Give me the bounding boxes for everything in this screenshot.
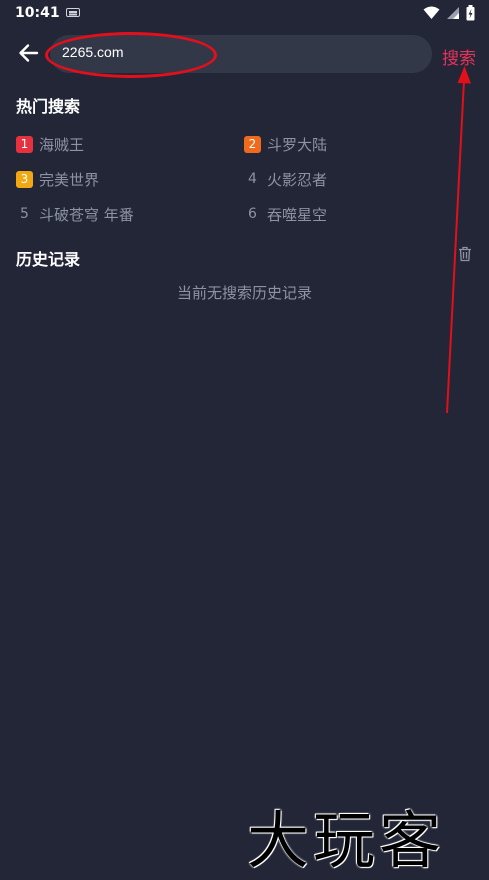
history-empty-text: 当前无搜索历史记录 xyxy=(176,284,312,302)
signal-icon xyxy=(447,7,459,19)
hot-search-title: 热门搜索 xyxy=(16,97,81,116)
status-time: 10:41 xyxy=(15,5,60,21)
back-arrow-icon[interactable] xyxy=(16,40,42,66)
hot-search-label: 斗罗大陆 xyxy=(267,136,328,154)
keyboard-icon xyxy=(66,8,80,17)
trash-icon[interactable] xyxy=(458,246,472,262)
hot-search-item-4[interactable]: 4 火影忍者 xyxy=(244,169,327,190)
history-title: 历史记录 xyxy=(16,250,81,269)
rank-badge: 3 xyxy=(16,171,33,188)
hot-search-item-3[interactable]: 3 完美世界 xyxy=(16,169,99,190)
hot-search-label: 吞噬星空 xyxy=(267,206,328,224)
rank-badge: 2 xyxy=(244,136,261,153)
hot-search-label: 火影忍者 xyxy=(267,171,328,189)
hot-search-item-1[interactable]: 1 海贼王 xyxy=(16,134,84,155)
wifi-icon xyxy=(423,6,440,19)
rank-number: 4 xyxy=(248,171,257,187)
system-icons xyxy=(423,5,475,21)
watermark: 大玩客 xyxy=(247,804,446,877)
search-button[interactable]: 搜索 xyxy=(442,44,476,69)
rank-number: 6 xyxy=(248,206,257,222)
rank-number: 5 xyxy=(20,206,29,222)
hot-search-item-2[interactable]: 2 斗罗大陆 xyxy=(244,134,327,155)
status-bar: 10:41 xyxy=(0,0,489,28)
hot-search-label: 完美世界 xyxy=(39,171,100,189)
battery-icon xyxy=(466,5,475,21)
hot-search-item-5[interactable]: 5 斗破苍穹 年番 xyxy=(16,204,134,225)
search-input[interactable]: 2265.com xyxy=(50,35,432,73)
rank-badge: 1 xyxy=(16,136,33,153)
hot-search-label: 斗破苍穹 年番 xyxy=(39,206,134,224)
hot-search-label: 海贼王 xyxy=(39,136,85,154)
hot-search-item-6[interactable]: 6 吞噬星空 xyxy=(244,204,327,225)
search-input-value: 2265.com xyxy=(62,44,124,60)
annotation-arrow xyxy=(446,66,471,414)
